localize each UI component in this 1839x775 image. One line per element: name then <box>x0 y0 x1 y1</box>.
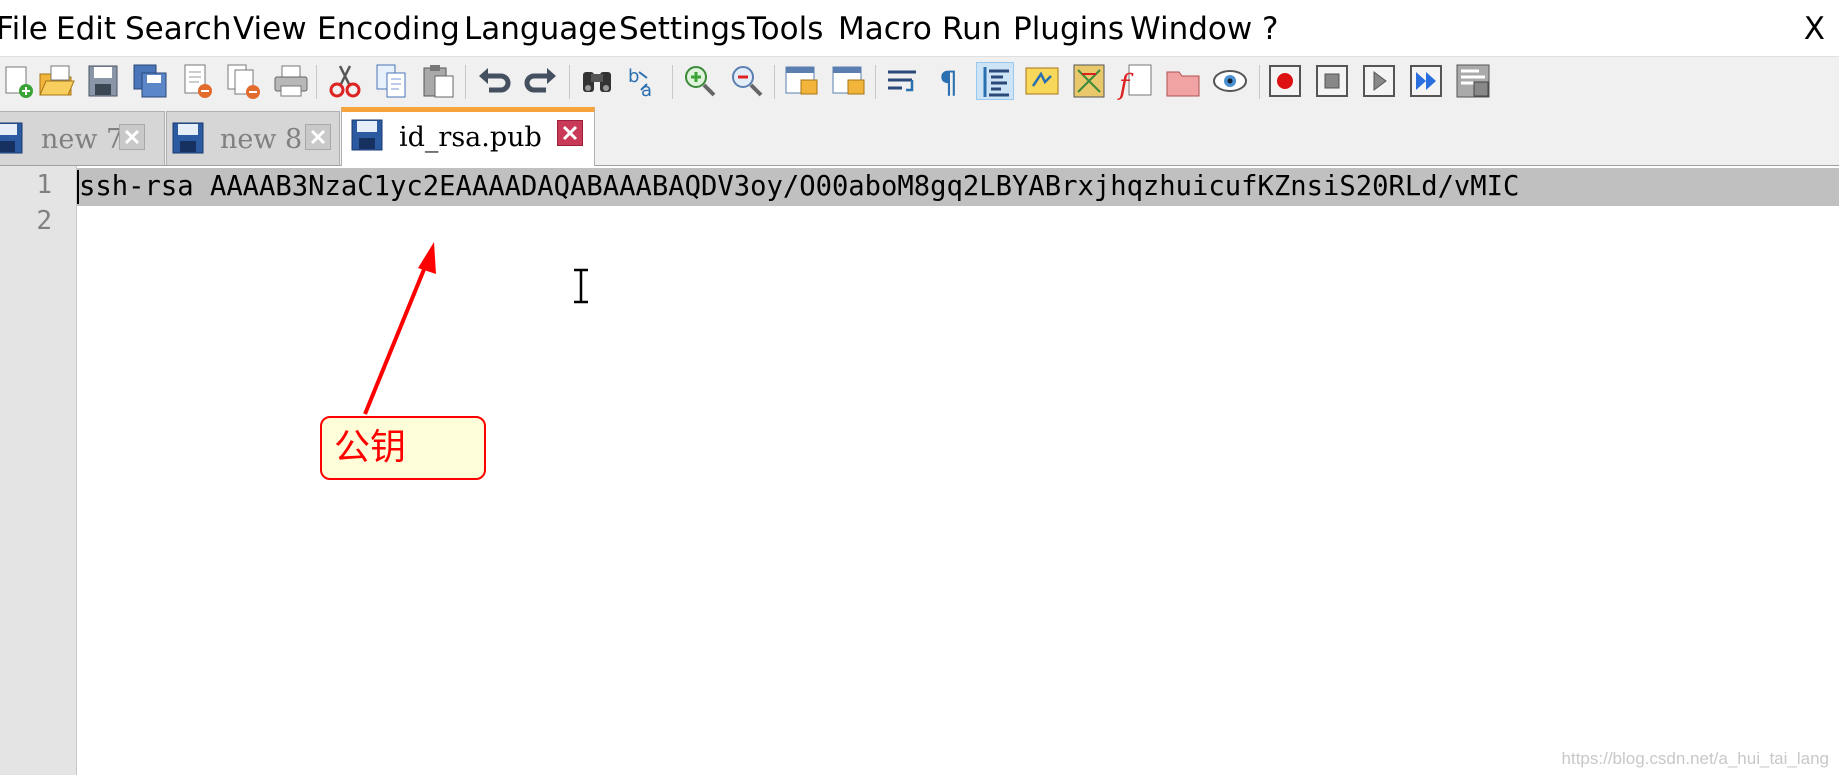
tab-close-button[interactable] <box>557 120 583 146</box>
tab-label: new 8 <box>220 124 303 155</box>
tab-bar: new 7 new 8 id_rsa.pub <box>0 107 1839 166</box>
undo-icon[interactable] <box>475 62 513 100</box>
find-icon[interactable] <box>578 62 616 100</box>
line-number-gutter: 1 2 <box>0 166 77 775</box>
folder-as-workspace-icon[interactable] <box>1164 62 1202 100</box>
annotation-callout: 公钥 <box>320 416 486 480</box>
copy-icon[interactable] <box>373 62 411 100</box>
menu-run[interactable]: Run <box>942 10 1001 48</box>
close-document-button[interactable]: X <box>1804 10 1825 48</box>
ibeam-cursor-icon <box>574 268 588 304</box>
sync-vertical-icon[interactable] <box>783 62 821 100</box>
save-icon <box>172 122 204 154</box>
tab-label: new 7 <box>41 124 124 155</box>
menu-window[interactable]: Window <box>1130 10 1252 48</box>
tab-close-button[interactable] <box>119 124 145 150</box>
menu-bar: File Edit Search View Encoding Language … <box>0 0 1839 56</box>
print-icon[interactable] <box>272 62 310 100</box>
tab-new-7[interactable]: new 7 <box>0 111 165 165</box>
word-wrap-icon[interactable] <box>884 62 922 100</box>
paste-icon[interactable] <box>420 62 458 100</box>
toolbar-separator <box>465 65 466 99</box>
svg-text:a: a <box>641 80 652 100</box>
editor-line-1[interactable]: ssh-rsa AAAAB3NzaC1yc2EAAAADAQABAAABAQDV… <box>79 168 1519 206</box>
tab-label: id_rsa.pub <box>399 122 542 153</box>
toolbar: ba ¶ f <box>0 56 1839 108</box>
zoom-in-icon[interactable] <box>681 62 719 100</box>
save-icon[interactable] <box>84 62 122 100</box>
tab-id-rsa-pub[interactable]: id_rsa.pub <box>341 107 595 166</box>
save-all-icon[interactable] <box>131 62 169 100</box>
menu-tools[interactable]: Tools <box>747 10 823 48</box>
menu-search[interactable]: Search <box>125 10 232 48</box>
tab-close-button[interactable] <box>305 124 331 150</box>
new-file-icon[interactable] <box>0 62 38 100</box>
toolbar-separator <box>875 65 876 99</box>
menu-language[interactable]: Language <box>464 10 617 48</box>
toolbar-separator <box>1259 65 1260 99</box>
toolbar-separator <box>774 65 775 99</box>
line-number: 2 <box>36 206 52 236</box>
function-list-icon[interactable]: f <box>1117 62 1155 100</box>
menu-file[interactable]: File <box>0 10 48 48</box>
toolbar-separator <box>569 65 570 99</box>
toolbar-separator <box>672 65 673 99</box>
save-icon <box>351 119 383 151</box>
svg-text:¶: ¶ <box>939 66 958 100</box>
annotation-text: 公钥 <box>334 427 407 468</box>
line-number: 1 <box>36 170 52 200</box>
replace-icon[interactable]: ba <box>625 62 663 100</box>
macro-save-icon[interactable] <box>1454 62 1492 100</box>
save-icon <box>0 122 23 154</box>
menu-settings[interactable]: Settings <box>619 10 746 48</box>
zoom-out-icon[interactable] <box>728 62 766 100</box>
user-defined-language-icon[interactable] <box>1023 62 1061 100</box>
toolbar-separator <box>316 65 317 99</box>
menu-edit[interactable]: Edit <box>56 10 116 48</box>
close-icon[interactable] <box>178 62 216 100</box>
redo-icon[interactable] <box>522 62 560 100</box>
menu-encoding[interactable]: Encoding <box>317 10 460 48</box>
menu-plugins[interactable]: Plugins <box>1013 10 1124 48</box>
open-file-icon[interactable] <box>37 62 75 100</box>
svg-text:b: b <box>628 66 639 87</box>
monitoring-icon[interactable] <box>1211 62 1249 100</box>
close-all-icon[interactable] <box>225 62 263 100</box>
sync-horizontal-icon[interactable] <box>830 62 868 100</box>
watermark: https://blog.csdn.net/a_hui_tai_lang <box>1561 749 1829 768</box>
cut-icon[interactable] <box>326 62 364 100</box>
menu-help[interactable]: ? <box>1262 10 1278 48</box>
menu-macro[interactable]: Macro <box>838 10 932 48</box>
menu-view[interactable]: View <box>233 10 307 48</box>
indent-guide-icon[interactable] <box>976 62 1014 100</box>
document-map-icon[interactable] <box>1070 62 1108 100</box>
macro-stop-icon[interactable] <box>1313 62 1351 100</box>
macro-run-multiple-icon[interactable] <box>1407 62 1445 100</box>
show-all-chars-icon[interactable]: ¶ <box>931 62 969 100</box>
tab-new-8[interactable]: new 8 <box>166 111 340 165</box>
macro-record-icon[interactable] <box>1266 62 1304 100</box>
macro-play-icon[interactable] <box>1360 62 1398 100</box>
